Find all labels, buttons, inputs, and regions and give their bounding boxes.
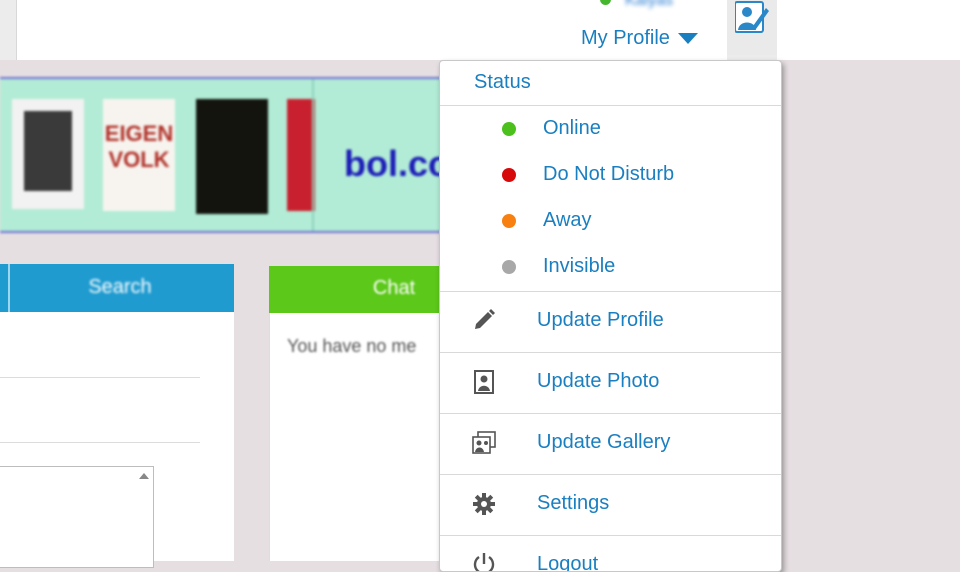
status-invisible-label: Invisible <box>543 255 616 277</box>
pencil-icon <box>475 309 495 329</box>
my-profile-label: My Profile <box>581 27 670 49</box>
menu-item-update-photo[interactable]: Update Photo <box>440 353 781 413</box>
menu-item-label: Update Photo <box>537 370 660 392</box>
menu-item-logout[interactable]: Logout <box>440 536 781 572</box>
divider <box>0 377 200 378</box>
book-cover <box>287 99 315 211</box>
photo-icon <box>474 370 494 394</box>
menu-item-settings[interactable]: Settings <box>440 475 781 535</box>
caret-down-icon <box>677 33 698 45</box>
status-away-label: Away <box>543 209 592 231</box>
status-online-label: Online <box>543 117 601 139</box>
top-header <box>0 0 960 60</box>
status-away[interactable]: Away <box>440 203 781 249</box>
menu-item-update-profile[interactable]: Update Profile <box>440 292 781 352</box>
book-cover-eigen-volk: EIGEN VOLK <box>103 99 175 211</box>
tab-search[interactable]: Search <box>0 264 234 312</box>
status-dot-online <box>502 122 516 136</box>
tab-search-label: Search <box>88 276 152 298</box>
menu-item-label: Logout <box>537 553 599 572</box>
username-link[interactable]: Kalyas <box>625 0 673 10</box>
menu-item-update-gallery[interactable]: Update Gallery <box>440 414 781 474</box>
menu-item-label: Update Profile <box>537 309 664 331</box>
header-right-area <box>777 0 960 60</box>
book-title: EIGEN VOLK <box>104 121 174 172</box>
power-icon <box>473 553 495 571</box>
gallery-icon <box>472 431 496 454</box>
status-dot-away <box>502 214 516 228</box>
text-area[interactable] <box>0 466 154 568</box>
tab-chat[interactable]: Chat <box>269 266 459 313</box>
profile-dropdown-menu: Status Online Do Not Disturb Away Invisi… <box>439 60 782 572</box>
status-header: Status <box>474 71 531 93</box>
status-do-not-disturb[interactable]: Do Not Disturb <box>440 157 781 203</box>
book-cover <box>12 99 84 209</box>
gear-icon <box>473 493 495 515</box>
menu-item-label: Update Gallery <box>537 431 671 453</box>
status-invisible[interactable]: Invisible <box>440 249 781 295</box>
chat-empty-message: You have no me <box>287 336 417 356</box>
my-profile-dropdown[interactable]: My Profile <box>581 27 698 50</box>
status-dnd-label: Do Not Disturb <box>543 163 675 185</box>
book-cover <box>196 99 268 214</box>
brand-logo: bol.co <box>344 143 450 184</box>
menu-item-label: Settings <box>537 492 610 514</box>
divider <box>0 442 200 443</box>
ad-banner[interactable]: EIGEN VOLK bol.co <box>0 77 450 233</box>
status-dot-invisible <box>502 260 516 274</box>
scroll-up-arrow-icon[interactable] <box>139 473 149 479</box>
edit-profile-icon[interactable] <box>735 0 769 36</box>
status-dot-dnd <box>502 168 516 182</box>
status-online[interactable]: Online <box>440 111 781 157</box>
